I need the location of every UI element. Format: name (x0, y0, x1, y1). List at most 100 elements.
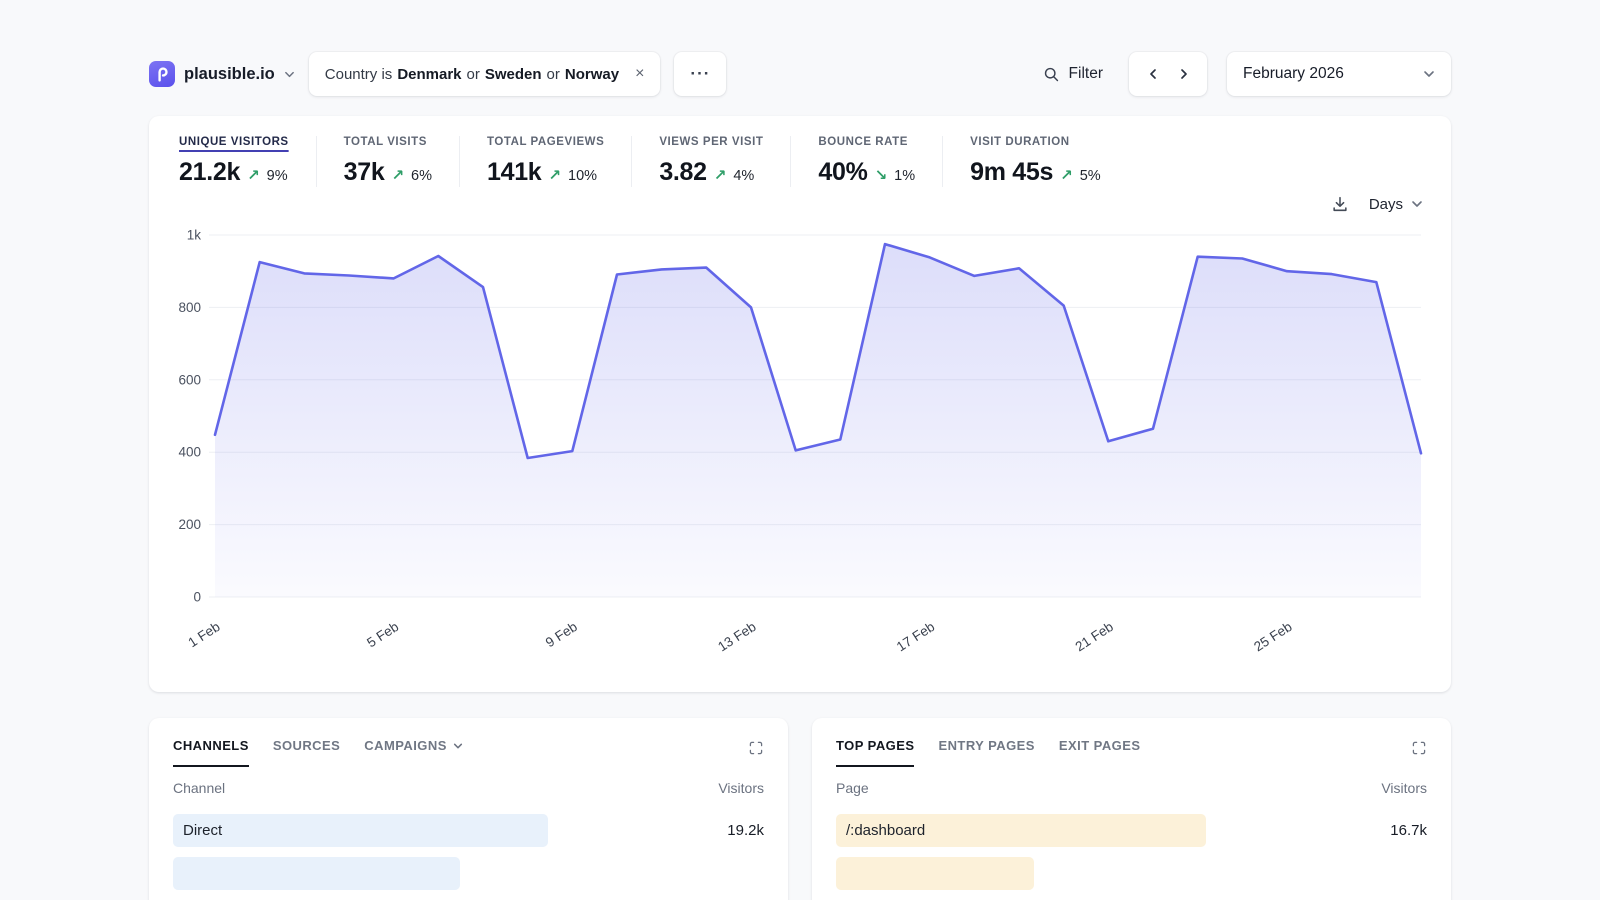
filter-button[interactable]: Filter (1037, 65, 1109, 83)
stat-label: UNIQUE VISITORS (179, 136, 289, 148)
report-panels: CHANNELS SOURCES CAMPAIGNS Channel Visit… (149, 718, 1451, 900)
dashboard: plausible.io Country is Denmark or Swede… (149, 0, 1451, 900)
stat-value: 3.82 (659, 158, 706, 187)
filter-value: Norway (565, 66, 619, 83)
date-range-label: February 2026 (1243, 65, 1344, 83)
trend-up-icon: ↗ (247, 166, 260, 184)
tab-campaigns[interactable]: CAMPAIGNS (364, 738, 463, 765)
stats-row: UNIQUE VISITORS 21.2k ↗ 9% TOTAL VISITS … (173, 134, 1427, 187)
download-export-button[interactable] (1331, 195, 1349, 213)
stat-label: BOUNCE RATE (818, 136, 915, 148)
pages-panel: TOP PAGES ENTRY PAGES EXIT PAGES Page Vi… (812, 718, 1451, 900)
svg-text:13 Feb: 13 Feb (715, 619, 758, 654)
channel-bar (173, 857, 460, 890)
channels-column-headers: Channel Visitors (173, 780, 764, 806)
channels-panel: CHANNELS SOURCES CAMPAIGNS Channel Visit… (149, 718, 788, 900)
stat-views-per-visit[interactable]: VIEWS PER VISIT 3.82 ↗ 4% (659, 136, 791, 187)
column-label: Page (836, 780, 869, 796)
page-row-partial[interactable] (836, 854, 1427, 892)
stat-change: 1% (894, 168, 915, 184)
tab-top-pages[interactable]: TOP PAGES (836, 738, 914, 767)
search-icon (1043, 66, 1060, 83)
trend-up-icon: ↗ (548, 166, 561, 184)
stat-unique-visitors[interactable]: UNIQUE VISITORS 21.2k ↗ 9% (179, 136, 317, 187)
stat-label: TOTAL VISITS (344, 136, 432, 148)
page-label: /:dashboard (846, 822, 925, 839)
next-period-button[interactable] (1171, 59, 1197, 89)
svg-text:9 Feb: 9 Feb (543, 619, 580, 650)
tab-entry-pages[interactable]: ENTRY PAGES (938, 738, 1034, 765)
svg-text:1k: 1k (187, 228, 202, 243)
page-bar: /:dashboard (836, 814, 1206, 847)
visitors-card: UNIQUE VISITORS 21.2k ↗ 9% TOTAL VISITS … (149, 116, 1451, 692)
interval-dropdown[interactable]: Days (1369, 196, 1423, 213)
stat-value: 9m 45s (970, 158, 1053, 187)
more-filters-button[interactable]: ··· (674, 52, 726, 96)
svg-text:25 Feb: 25 Feb (1251, 619, 1294, 654)
site-name: plausible.io (184, 65, 275, 84)
filter-conjunction: or (467, 66, 480, 83)
svg-text:5 Feb: 5 Feb (364, 619, 401, 650)
stat-label: VISIT DURATION (970, 136, 1101, 148)
trend-up-icon: ↗ (391, 166, 404, 184)
previous-period-button[interactable] (1140, 59, 1166, 89)
site-switcher[interactable]: plausible.io (149, 61, 295, 87)
expand-panel-icon[interactable] (748, 738, 764, 756)
interval-label: Days (1369, 196, 1403, 213)
column-label: Channel (173, 780, 225, 796)
trend-up-icon: ↗ (714, 166, 727, 184)
tab-exit-pages[interactable]: EXIT PAGES (1059, 738, 1141, 765)
page-bar (836, 857, 1034, 890)
svg-text:1 Feb: 1 Feb (186, 619, 223, 650)
trend-down-icon: ↘ (875, 166, 888, 184)
stat-change: 9% (267, 168, 288, 184)
chevron-down-icon (1423, 68, 1435, 80)
tab-campaigns-label: CAMPAIGNS (364, 738, 447, 753)
stat-change: 10% (568, 168, 597, 184)
filter-value: Denmark (397, 66, 461, 83)
remove-filter-icon[interactable]: × (635, 66, 644, 82)
page-row[interactable]: /:dashboard 16.7k (836, 811, 1427, 849)
chevron-down-icon (453, 741, 463, 751)
svg-text:600: 600 (178, 372, 201, 387)
tab-channels[interactable]: CHANNELS (173, 738, 249, 767)
active-filter-chip[interactable]: Country is Denmark or Sweden or Norway × (309, 52, 661, 96)
stat-bounce-rate[interactable]: BOUNCE RATE 40% ↘ 1% (818, 136, 943, 187)
stat-label: TOTAL PAGEVIEWS (487, 136, 604, 148)
filter-field: Country is (325, 66, 393, 83)
expand-panel-icon[interactable] (1411, 738, 1427, 756)
stat-value: 40% (818, 158, 867, 187)
top-bar-right: Filter February 2026 (1037, 52, 1451, 96)
svg-text:400: 400 (178, 445, 201, 460)
page-visitors: 16.7k (1357, 822, 1427, 839)
channel-row[interactable]: Direct 19.2k (173, 811, 764, 849)
svg-text:200: 200 (178, 517, 201, 532)
stat-change: 4% (733, 168, 754, 184)
column-label: Visitors (1381, 780, 1427, 796)
stat-value: 21.2k (179, 158, 240, 187)
column-label: Visitors (718, 780, 764, 796)
date-range-picker[interactable]: February 2026 (1227, 52, 1451, 96)
channel-label: Direct (183, 822, 222, 839)
visitors-chart: 02004006008001k1 Feb5 Feb9 Feb13 Feb17 F… (173, 221, 1427, 666)
svg-text:21 Feb: 21 Feb (1073, 619, 1116, 654)
stat-value: 141k (487, 158, 541, 187)
filter-value: Sweden (485, 66, 542, 83)
stat-total-visits[interactable]: TOTAL VISITS 37k ↗ 6% (344, 136, 460, 187)
chevron-down-icon (1411, 198, 1423, 210)
filter-button-label: Filter (1069, 65, 1103, 83)
plausible-logo-icon (149, 61, 175, 87)
stat-change: 5% (1080, 168, 1101, 184)
filter-conjunction: or (547, 66, 560, 83)
stat-total-pageviews[interactable]: TOTAL PAGEVIEWS 141k ↗ 10% (487, 136, 632, 187)
channel-row-partial[interactable] (173, 854, 764, 892)
stat-change: 6% (411, 168, 432, 184)
chevron-down-icon (284, 69, 295, 80)
stat-label: VIEWS PER VISIT (659, 136, 763, 148)
stat-visit-duration[interactable]: VISIT DURATION 9m 45s ↗ 5% (970, 136, 1128, 187)
trend-up-icon: ↗ (1060, 166, 1073, 184)
svg-text:0: 0 (193, 590, 201, 605)
channel-visitors: 19.2k (694, 822, 764, 839)
svg-text:17 Feb: 17 Feb (894, 619, 937, 654)
tab-sources[interactable]: SOURCES (273, 738, 340, 765)
